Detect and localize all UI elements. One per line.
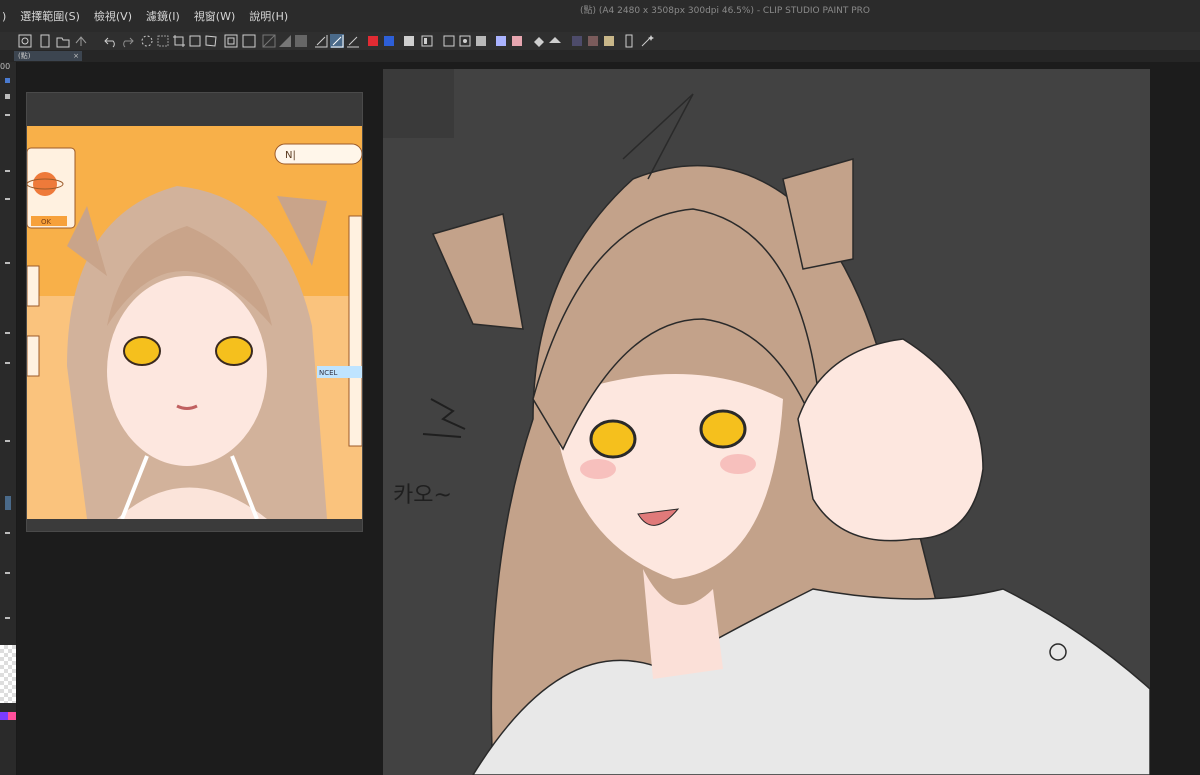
command-bar — [0, 32, 1200, 51]
layer-thumbnail[interactable] — [0, 645, 16, 703]
swatch-1[interactable] — [570, 34, 584, 48]
menubar: ) 選擇範圍(S) 檢視(V) 濾鏡(I) 視窗(W) 說明(H) (點) (A… — [0, 0, 1200, 32]
tab-label: (點) — [18, 52, 31, 60]
tool-icon-4[interactable] — [5, 198, 10, 200]
tool-icon-1[interactable] — [5, 78, 10, 83]
tool-icon-3[interactable] — [5, 170, 10, 172]
mask-icon[interactable] — [458, 34, 472, 48]
color-swatch-strip[interactable] — [0, 712, 16, 720]
canvas-area[interactable]: 카오~ — [383, 69, 1150, 775]
preview-ok-text: OK — [41, 218, 52, 226]
ruler-icon[interactable] — [314, 34, 328, 48]
clear-icon[interactable] — [262, 34, 276, 48]
menu-select[interactable]: 選擇範圍(S) — [20, 8, 80, 24]
reference-icon[interactable] — [420, 34, 434, 48]
tool-icon-7[interactable] — [5, 362, 10, 364]
app-icon[interactable] — [18, 34, 32, 48]
redo-icon[interactable] — [120, 34, 134, 48]
menu-bar: ) 選擇範圍(S) 檢視(V) 濾鏡(I) 視窗(W) 說明(H) — [0, 0, 302, 32]
right-gutter — [1150, 62, 1200, 775]
tool-icon-5[interactable] — [5, 262, 10, 264]
tab-document[interactable]: (點) × — [14, 51, 82, 61]
swatch-2[interactable] — [586, 34, 600, 48]
tool-icon-10[interactable] — [5, 572, 10, 574]
fill-icon[interactable] — [278, 34, 292, 48]
preview-cancel-text: NCEL — [319, 369, 338, 377]
preview-illustration: OK N| NCEL — [27, 126, 362, 519]
magic-wand-icon[interactable] — [640, 34, 654, 48]
snap-ruler-icon[interactable] — [330, 34, 344, 48]
tool-icon-2[interactable] — [5, 114, 10, 116]
new-file-icon[interactable] — [38, 34, 52, 48]
tool-icon-11[interactable] — [5, 617, 10, 619]
free-transform-icon[interactable] — [204, 34, 218, 48]
main-color-swatch[interactable] — [366, 34, 380, 48]
sub-color-swatch[interactable] — [382, 34, 396, 48]
tool-icon-9[interactable] — [5, 532, 10, 534]
menu-view[interactable]: 檢視(V) — [94, 8, 132, 24]
tool-icon-8[interactable] — [5, 440, 10, 442]
scale-icon[interactable] — [242, 34, 256, 48]
device-icon[interactable] — [622, 34, 636, 48]
fill-gray-icon[interactable] — [294, 34, 308, 48]
lock-icon[interactable] — [402, 34, 416, 48]
canvas-illustration — [422, 93, 1150, 775]
navigator-header — [27, 93, 362, 126]
transform-icon[interactable] — [188, 34, 202, 48]
swatch-3[interactable] — [602, 34, 616, 48]
fill-bucket-icon[interactable] — [532, 34, 546, 48]
zoom-fragment: 00 — [0, 62, 11, 71]
tool-icon-6[interactable] — [5, 332, 10, 334]
layer-icon[interactable] — [442, 34, 456, 48]
document-tabbar: (點) × — [0, 50, 1200, 62]
trash-icon[interactable] — [5, 94, 10, 99]
sub-lavender-swatch[interactable] — [494, 34, 508, 48]
select-all-icon[interactable] — [156, 34, 170, 48]
snap-special-ruler-icon[interactable] — [346, 34, 360, 48]
sound-effect-text: 카오~ — [393, 483, 452, 508]
layer-settings-icon[interactable] — [474, 34, 488, 48]
save-icon[interactable] — [74, 34, 88, 48]
window-title: (點) (A4 2480 x 3508px 300dpi 46.5%) - CL… — [580, 6, 871, 16]
open-folder-icon[interactable] — [56, 34, 70, 48]
menu-help[interactable]: 說明(H) — [249, 8, 288, 24]
navigator-preview[interactable]: OK N| NCEL — [27, 126, 362, 519]
menu-window[interactable]: 視窗(W) — [194, 8, 235, 24]
menu-edit-tail[interactable]: ) — [2, 10, 6, 23]
navigator-footer — [27, 519, 362, 531]
fit-icon[interactable] — [224, 34, 238, 48]
loading-icon[interactable] — [140, 34, 154, 48]
navigator-panel: OK N| NCEL — [26, 92, 363, 532]
menu-filter[interactable]: 濾鏡(I) — [146, 8, 180, 24]
close-icon[interactable]: × — [73, 51, 79, 61]
preview-input-text: N| — [285, 150, 296, 161]
crop-icon[interactable] — [172, 34, 186, 48]
tool-icon-selected[interactable] — [5, 496, 11, 510]
gradient-icon[interactable] — [548, 34, 562, 48]
sub-pink-swatch[interactable] — [510, 34, 524, 48]
undo-icon[interactable] — [104, 34, 118, 48]
